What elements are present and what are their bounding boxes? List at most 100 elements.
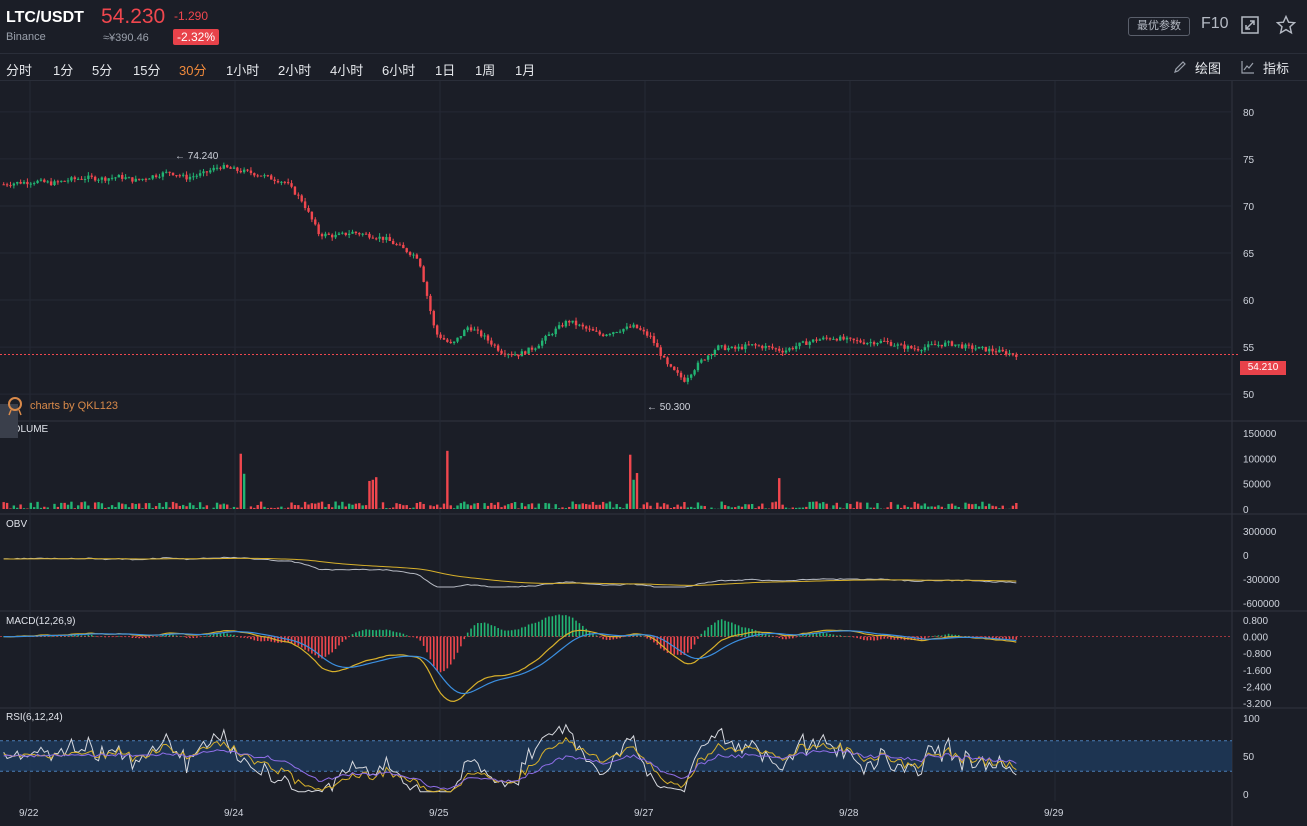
macd-dif-line [3, 629, 1017, 702]
tf-tab-2[interactable]: 5分 [92, 60, 112, 79]
macd-histogram-bar [185, 636, 188, 638]
tf-tab-5[interactable]: 1小时 [226, 60, 259, 79]
volume-bar [513, 502, 517, 509]
candle-body [246, 169, 249, 171]
macd-histogram-bar [361, 630, 364, 637]
macd-histogram-bar [571, 617, 574, 637]
volume-bar [307, 504, 310, 509]
rsi-tick-label: 50 [1243, 752, 1255, 763]
candle-body [273, 179, 276, 181]
tf-tab-6[interactable]: 2小时 [278, 60, 311, 79]
volume-bar [778, 478, 781, 509]
volume-bar [801, 507, 805, 509]
candle-body [19, 182, 22, 184]
volume-bar [798, 507, 801, 509]
candle-body [645, 331, 649, 336]
tf-tab-1[interactable]: 1分 [53, 60, 73, 79]
candle-body [371, 237, 375, 239]
candle-body [493, 344, 496, 346]
volume-bar [839, 507, 842, 509]
candle-body [293, 186, 297, 195]
macd-histogram-bar [331, 636, 333, 653]
tf-tab-0[interactable]: 分时 [6, 60, 32, 79]
star-icon[interactable] [1276, 15, 1296, 35]
candle-body [754, 344, 757, 346]
kline-chart[interactable]: 80 75 70 65 60 55 50 150000 100000 50000 0 300000 0 -… [0, 81, 1307, 826]
f10-button[interactable]: F10 [1201, 15, 1229, 33]
macd-histogram-bar [477, 623, 479, 637]
macd-histogram-bar [727, 621, 730, 637]
candle-body [842, 336, 845, 340]
tf-tab-7[interactable]: 4小时 [330, 60, 363, 79]
candle-body [581, 324, 585, 327]
candle-body [635, 324, 639, 329]
volume-bar [615, 504, 618, 509]
macd-histogram-bar [456, 636, 459, 653]
indicator-button[interactable]: 指标 [1263, 58, 1289, 77]
macd-histogram-bar [707, 627, 709, 637]
volume-bar [947, 503, 950, 509]
price-tick-label: 50 [1243, 390, 1255, 401]
candle-body [801, 341, 805, 343]
volume-bar [1015, 503, 1018, 509]
volume-bar [520, 502, 524, 509]
volume-bar [2, 502, 5, 509]
fullscreen-icon[interactable] [1241, 16, 1259, 34]
macd-histogram-bar [781, 636, 784, 640]
candle-body [879, 340, 883, 343]
macd-histogram-bar [731, 622, 733, 637]
candle-body [964, 344, 967, 349]
candle-body [32, 183, 36, 185]
candle-body [5, 184, 9, 186]
macd-histogram-bar [724, 620, 726, 637]
macd-histogram-bar [1015, 636, 1018, 640]
candle-body [154, 175, 158, 177]
tf-tab-9[interactable]: 1日 [435, 60, 455, 79]
macd-histogram-bar [514, 629, 516, 637]
tf-tab-11[interactable]: 1月 [515, 60, 535, 79]
tf-tab-8[interactable]: 6小时 [382, 60, 415, 79]
macd-histogram-bar [422, 636, 425, 646]
volume-bar [930, 506, 933, 509]
draw-button[interactable]: 绘图 [1195, 58, 1221, 77]
candle-body [906, 345, 910, 349]
candle-body [683, 377, 686, 382]
candle-body [679, 372, 683, 378]
volume-bar [77, 505, 80, 509]
macd-histogram-bar [466, 632, 469, 637]
candle-body [537, 345, 540, 349]
macd-histogram-bar [426, 636, 428, 653]
macd-title: MACD(12,26,9) [6, 616, 76, 627]
candle-body [822, 337, 825, 340]
volume-bar [144, 503, 148, 509]
volume-bar [656, 502, 659, 509]
candle-body [825, 337, 828, 339]
macd-histogram-bar [223, 633, 225, 637]
macd-histogram-bar [483, 622, 486, 637]
candle-body [578, 324, 581, 326]
macd-histogram-bar [118, 635, 120, 637]
candle-body [639, 328, 642, 330]
candle-body [90, 175, 93, 177]
volume-bar [791, 507, 794, 509]
candle-body [740, 346, 744, 350]
tf-tab-3[interactable]: 15分 [133, 60, 160, 79]
macd-histogram-bar [321, 636, 323, 659]
candle-body [249, 170, 253, 174]
optimal-params-button[interactable]: 最优参数 [1128, 17, 1190, 36]
candle-body [893, 345, 896, 347]
macd-histogram-bar [470, 628, 472, 637]
macd-histogram-bar [449, 636, 452, 665]
tf-tab-4[interactable]: 30分 [179, 60, 206, 79]
volume-bar [422, 503, 425, 509]
volume-bar [561, 507, 564, 509]
candle-body [574, 320, 578, 326]
tf-tab-10[interactable]: 1周 [475, 60, 495, 79]
volume-bar [452, 508, 456, 509]
macd-histogram-bar [690, 636, 692, 650]
volume-bar [761, 503, 764, 509]
candle-body [967, 344, 971, 346]
candle-body [723, 345, 727, 351]
volume-bar [226, 504, 229, 509]
candle-body [486, 335, 490, 341]
